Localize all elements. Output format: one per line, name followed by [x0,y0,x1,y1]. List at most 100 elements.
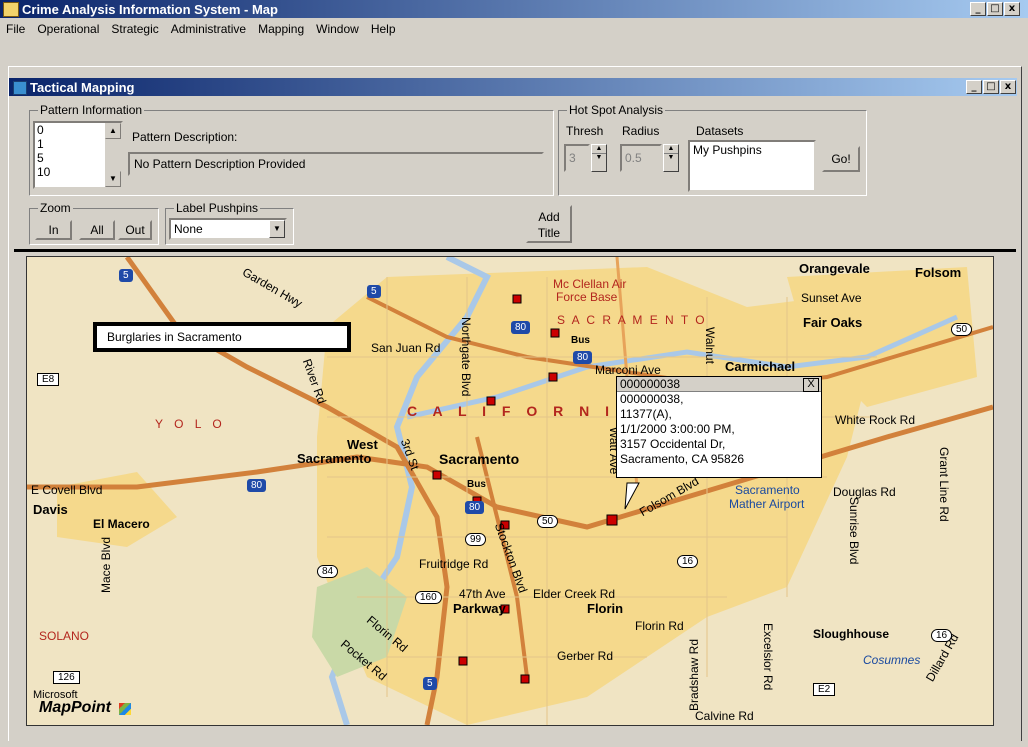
place-label: Mc Clellan Air [553,277,627,291]
place-label: Carmichael [725,359,796,374]
street-label: Elder Creek Rd [533,587,616,601]
radius-input[interactable]: 0.5 [620,144,662,172]
popup-line: 1/1/2000 3:00:00 PM, [620,422,735,436]
street-label: San Juan Rd [371,341,441,355]
zoom-out-button[interactable]: Out [118,220,152,240]
street-label: Gerber Rd [557,649,614,663]
spin-down-icon[interactable]: ▼ [664,153,678,162]
highway-shield: 160 [415,591,442,604]
pattern-listbox[interactable]: 0 1 5 10 ▲ ▼ [33,121,123,189]
popup-line: Sacramento, CA 95826 [620,452,745,466]
pattern-scrollbar[interactable]: ▲ ▼ [105,123,121,187]
place-label: Parkway [453,601,506,616]
radius-label: Radius [622,124,660,138]
app-title-bar: Crime Analysis Information System - Map … [0,0,1028,18]
radius-spinner[interactable]: ▲ ▼ [663,144,679,172]
child-close-button[interactable]: x [1000,80,1016,94]
label-pushpins-select[interactable]: None ▼ [169,218,287,240]
menu-mapping[interactable]: Mapping [252,19,310,39]
place-label: Sacramento [297,451,372,466]
menu-strategic[interactable]: Strategic [105,19,164,39]
child-minimize-button[interactable]: _ [966,80,982,94]
menu-operational[interactable]: Operational [31,19,105,39]
pushpin[interactable] [512,294,522,304]
popup-line: 000000038, [620,392,684,406]
pushpin[interactable] [458,656,468,666]
thresh-label: Thresh [566,124,604,138]
thresh-value: 3 [569,151,576,165]
interstate-shield: 5 [119,269,133,282]
pattern-item-10[interactable]: 10 [37,165,50,179]
street-label: Fruitridge Rd [419,557,489,571]
street-label: White Rock Rd [835,413,916,427]
menu-window[interactable]: Window [310,19,365,39]
highway-shield: 99 [465,533,487,546]
interstate-shield: 80 [573,351,593,364]
app-window-controls: _ □ x [970,2,1020,16]
pattern-item-0[interactable]: 0 [37,123,50,137]
street-label: Excelsior Rd [761,623,775,691]
map-title-box[interactable]: Burglaries in Sacramento [93,322,351,352]
pushpin[interactable] [520,674,530,684]
highway-shield: 50 [537,515,559,528]
place-label: Force Base [556,290,618,304]
spin-up-icon[interactable]: ▲ [664,145,678,153]
pushpin[interactable] [550,328,560,338]
county-road-shield: 126 [53,671,80,684]
menu-file[interactable]: File [0,19,31,39]
datasets-label: Datasets [696,124,744,138]
child-window-controls: _ □ x [966,80,1016,94]
label-pushpins-legend: Label Pushpins [174,201,261,215]
place-label: Mather Airport [729,497,805,511]
place-label: Folsom [915,265,962,280]
child-title: Tactical Mapping [30,80,135,95]
street-label: E Covell Blvd [31,483,103,497]
zoom-all-button[interactable]: All [79,220,115,240]
popup-line: 11377(A), [620,407,672,421]
maximize-button[interactable]: □ [987,2,1003,16]
spin-down-icon[interactable]: ▼ [592,153,606,162]
close-icon[interactable]: X [803,378,819,392]
pattern-item-1[interactable]: 1 [37,137,50,151]
add-title-line2: Title [537,226,561,240]
spin-up-icon[interactable]: ▲ [592,145,606,153]
pattern-item-5[interactable]: 5 [37,151,50,165]
place-label: Cosumnes [863,653,921,667]
child-maximize-button[interactable]: □ [983,80,999,94]
menu-help[interactable]: Help [365,19,402,39]
add-title-line1: Add [538,210,560,224]
street-label: Douglas Rd [833,485,896,499]
scroll-down-icon[interactable]: ▼ [105,171,121,187]
pattern-description-value: No Pattern Description Provided [134,157,306,171]
street-label: Bradshaw Rd [687,639,701,712]
minimize-button[interactable]: _ [970,2,986,16]
pushpin[interactable] [432,470,442,480]
pattern-information-legend: Pattern Information [38,103,145,117]
popup-line: 3157 Occidental Dr, [620,437,726,451]
street-label: 47th Ave [459,587,506,601]
go-button[interactable]: Go! [822,146,860,172]
thresh-spinner[interactable]: ▲ ▼ [591,144,607,172]
pushpin[interactable] [606,514,618,526]
dataset-item[interactable]: My Pushpins [693,143,762,157]
datasets-listbox[interactable]: My Pushpins [688,140,816,192]
zoom-in-button[interactable]: In [35,220,72,240]
interstate-shield: 80 [511,321,531,334]
add-title-button[interactable]: Add Title [526,205,572,243]
thresh-input[interactable]: 3 [564,144,590,172]
radius-value: 0.5 [625,151,642,165]
chevron-down-icon[interactable]: ▼ [269,220,285,238]
scroll-up-icon[interactable]: ▲ [105,123,121,139]
close-button[interactable]: x [1004,2,1020,16]
menu-administrative[interactable]: Administrative [165,19,252,39]
place-label: Sacramento [735,483,800,497]
bus-label: Bus [467,479,486,490]
place-label: Orangevale [799,261,870,276]
mappoint-logo: MapPoint [39,699,111,716]
place-label: Sloughhouse [813,627,889,641]
pushpin[interactable] [548,372,558,382]
pattern-description-label: Pattern Description: [132,130,238,144]
toolbar-divider [14,249,1016,252]
street-label: Northgate Blvd [459,317,473,397]
highway-shield: 16 [677,555,699,568]
